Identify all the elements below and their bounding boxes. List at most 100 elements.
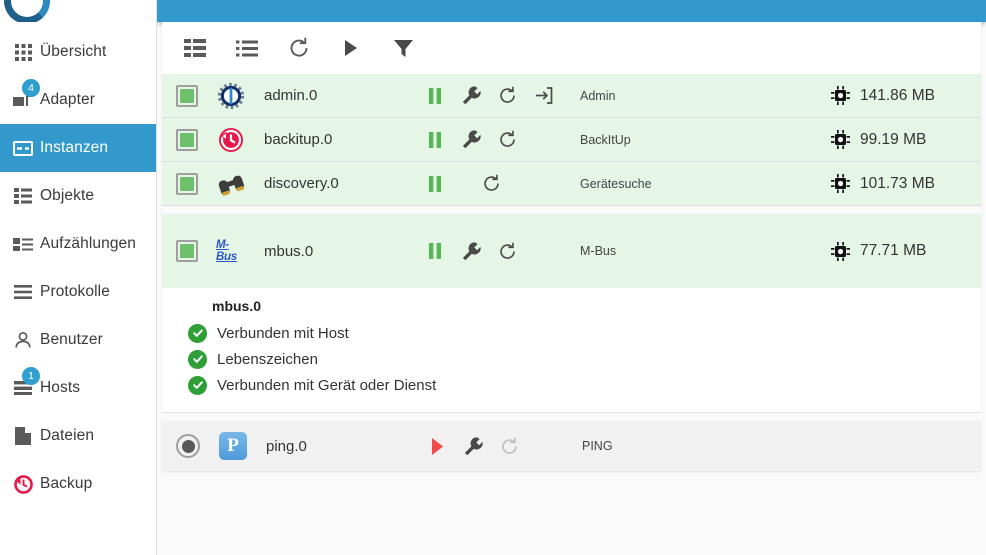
play-icon[interactable] [426, 435, 448, 457]
pause-icon[interactable] [424, 240, 446, 262]
sidebar-item-uebersicht[interactable]: Übersicht [0, 28, 156, 76]
list-view-button[interactable] [232, 33, 262, 63]
sidebar-item-label: Benutzer [40, 331, 103, 348]
start-all-button[interactable] [336, 33, 366, 63]
instances-toolbar [162, 22, 981, 74]
pause-icon[interactable] [424, 173, 446, 195]
sidebar-item-backup[interactable]: Backup [0, 460, 156, 508]
discovery-icon [216, 169, 246, 199]
instance-title: M-Bus [580, 244, 617, 258]
memory-usage: 77.71 MB [831, 241, 981, 261]
row-actions [424, 129, 576, 151]
sidebar-item-aufzaehlungen[interactable]: Aufzählungen [0, 220, 156, 268]
adapter-badge: 4 [22, 79, 40, 97]
table-row[interactable]: admin.0 Admin 141.86 MB [162, 74, 981, 118]
instances-content: admin.0 Admin 141.86 MB backitup.0 BackI… [157, 22, 986, 471]
sidebar-item-instanzen[interactable]: Instanzen [0, 124, 156, 172]
instances-list-inactive: P ping.0 PING [162, 421, 981, 471]
sidebar: Übersicht 4 Adapter Instanzen Objekte Au… [0, 0, 157, 555]
wrench-icon[interactable] [460, 129, 482, 151]
instance-id: admin.0 [264, 87, 318, 104]
row-actions [424, 85, 576, 107]
app-topbar [157, 0, 986, 22]
memory-usage: 141.86 MB [831, 86, 981, 105]
sidebar-item-label: Hosts [40, 379, 81, 396]
instance-title: BackItUp [580, 132, 631, 147]
status-indicator-running [176, 172, 198, 195]
objects-icon [6, 184, 40, 208]
memory-usage: 99.19 MB [831, 130, 981, 149]
status-indicator-running [176, 84, 198, 107]
filter-button[interactable] [388, 33, 418, 63]
table-view-button[interactable] [180, 33, 210, 63]
table-row[interactable]: M-Bus mbus.0 M-Bus 77.71 MB [162, 214, 981, 288]
chevron-down-icon[interactable] [323, 0, 337, 2]
check-circle-icon [188, 375, 207, 395]
memory-value: 77.71 MB [860, 242, 927, 259]
row-actions [424, 240, 576, 262]
row-gap [162, 206, 981, 214]
refresh-icon [498, 435, 520, 457]
hosts-badge: 1 [22, 367, 40, 385]
table-row[interactable]: discovery.0 Gerätesuche 101.73 MB [162, 162, 981, 206]
open-link-icon[interactable] [532, 85, 554, 107]
instances-list: admin.0 Admin 141.86 MB backitup.0 BackI… [162, 74, 981, 413]
wrench-icon[interactable] [460, 85, 482, 107]
sidebar-item-protokolle[interactable]: Protokolle [0, 268, 156, 316]
cpu-chip-icon [831, 174, 850, 193]
refresh-button[interactable] [284, 33, 314, 63]
sidebar-item-objekte[interactable]: Objekte [0, 172, 156, 220]
table-row[interactable]: backitup.0 BackItUp 99.19 MB [162, 118, 981, 162]
mbus-icon: M-Bus [216, 236, 246, 266]
main-area: admin.0 Admin 141.86 MB backitup.0 BackI… [157, 0, 986, 555]
user-icon [6, 328, 40, 352]
pause-icon[interactable] [424, 85, 446, 107]
refresh-icon[interactable] [496, 129, 518, 151]
table-row[interactable]: P ping.0 PING [162, 421, 981, 471]
check-circle-icon [188, 323, 207, 343]
instance-id: ping.0 [266, 437, 307, 455]
memory-value: 99.19 MB [860, 130, 927, 148]
status-indicator-running [176, 128, 198, 151]
sidebar-item-label: Übersicht [40, 43, 107, 60]
chevron-down-icon[interactable] [249, 0, 263, 2]
ping-logo-text: P [219, 432, 247, 460]
detail-panel-title: mbus.0 [212, 298, 262, 314]
wrench-icon[interactable] [462, 435, 484, 457]
row-actions [426, 435, 578, 457]
wrench-icon[interactable] [460, 240, 482, 262]
sidebar-item-hosts[interactable]: 1 Hosts [0, 364, 156, 412]
sidebar-item-label: Instanzen [40, 139, 109, 156]
cpu-chip-icon [831, 130, 850, 149]
status-indicator-running [176, 240, 198, 262]
app-window: Übersicht 4 Adapter Instanzen Objekte Au… [0, 0, 986, 555]
sidebar-nav: Übersicht 4 Adapter Instanzen Objekte Au… [0, 28, 156, 508]
instance-title: PING [582, 439, 613, 453]
memory-usage: 101.73 MB [831, 174, 981, 193]
cpu-chip-icon [831, 86, 850, 105]
sidebar-item-label: Adapter [40, 91, 95, 108]
instance-title: Admin [580, 88, 616, 103]
sidebar-item-label: Backup [40, 475, 93, 492]
detail-status-label: Verbunden mit Host [217, 324, 349, 342]
instance-detail-panel: mbus.0 Verbunden mit Host Lebenszeichen … [162, 288, 981, 413]
status-indicator-stopped [176, 434, 200, 458]
iobroker-logo [0, 0, 60, 22]
refresh-icon[interactable] [496, 240, 518, 262]
sidebar-item-label: Dateien [40, 427, 95, 444]
sidebar-item-benutzer[interactable]: Benutzer [0, 316, 156, 364]
files-icon [6, 424, 40, 448]
row-gap [162, 413, 981, 421]
sidebar-item-dateien[interactable]: Dateien [0, 412, 156, 460]
memory-value: 141.86 MB [860, 86, 935, 104]
refresh-icon[interactable] [480, 173, 502, 195]
hosts-icon: 1 [6, 367, 40, 400]
logs-icon [6, 280, 40, 304]
grid-icon [6, 40, 40, 64]
instance-id: discovery.0 [264, 175, 339, 192]
pause-icon[interactable] [424, 129, 446, 151]
sidebar-item-adapter[interactable]: 4 Adapter [0, 76, 156, 124]
detail-status-item: Lebenszeichen [188, 346, 981, 372]
backup-icon [6, 472, 40, 496]
refresh-icon[interactable] [496, 85, 518, 107]
